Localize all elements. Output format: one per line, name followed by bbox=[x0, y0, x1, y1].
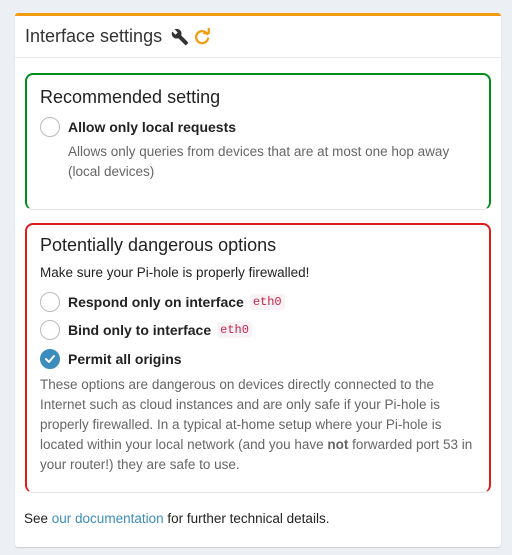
footer-prefix: See bbox=[24, 511, 52, 526]
interface-code: eth0 bbox=[217, 322, 252, 338]
bind-only-interface-option[interactable]: Bind only to interface eth0 bbox=[40, 319, 252, 341]
recommended-description: Allows only queries from devices that ar… bbox=[68, 144, 450, 179]
permit-all-origins-option[interactable]: Permit all origins bbox=[40, 348, 182, 370]
allow-local-requests-option[interactable]: Allow only local requests bbox=[40, 116, 236, 138]
wrench-icon bbox=[170, 27, 190, 47]
documentation-link[interactable]: our documentation bbox=[52, 511, 164, 526]
bind-only-interface-radio[interactable] bbox=[40, 320, 60, 340]
recommended-setting-box: Recommended setting Allow only local req… bbox=[25, 73, 491, 210]
dangerous-description-bold: not bbox=[327, 437, 349, 452]
dangerous-description: These options are dangerous on devices d… bbox=[40, 375, 480, 475]
bind-only-interface-label: Bind only to interface bbox=[68, 322, 212, 338]
recommended-setting-title: Recommended setting bbox=[40, 87, 221, 107]
refresh-icon[interactable] bbox=[192, 27, 212, 47]
interface-settings-card: Interface settings Recommended setting A… bbox=[15, 13, 501, 547]
footer-suffix: for further technical details. bbox=[163, 511, 330, 526]
respond-only-interface-radio[interactable] bbox=[40, 292, 60, 312]
firewall-warning: Make sure your Pi-hole is properly firew… bbox=[40, 265, 310, 280]
respond-only-interface-label: Respond only on interface bbox=[68, 294, 244, 310]
dangerous-options-box: Potentially dangerous options Make sure … bbox=[25, 223, 491, 493]
allow-local-requests-radio[interactable] bbox=[40, 117, 60, 137]
card-title: Interface settings bbox=[25, 26, 163, 46]
dangerous-options-title: Potentially dangerous options bbox=[40, 235, 277, 255]
permit-all-origins-radio[interactable] bbox=[40, 349, 60, 369]
allow-local-requests-label: Allow only local requests bbox=[68, 119, 237, 135]
interface-code: eth0 bbox=[249, 294, 285, 310]
respond-only-interface-option[interactable]: Respond only on interface eth0 bbox=[40, 291, 285, 313]
permit-all-origins-label: Permit all origins bbox=[68, 351, 182, 367]
footer-note: See our documentation for further techni… bbox=[24, 511, 329, 526]
checkmark-icon bbox=[45, 355, 55, 363]
card-header: Interface settings bbox=[15, 16, 501, 58]
